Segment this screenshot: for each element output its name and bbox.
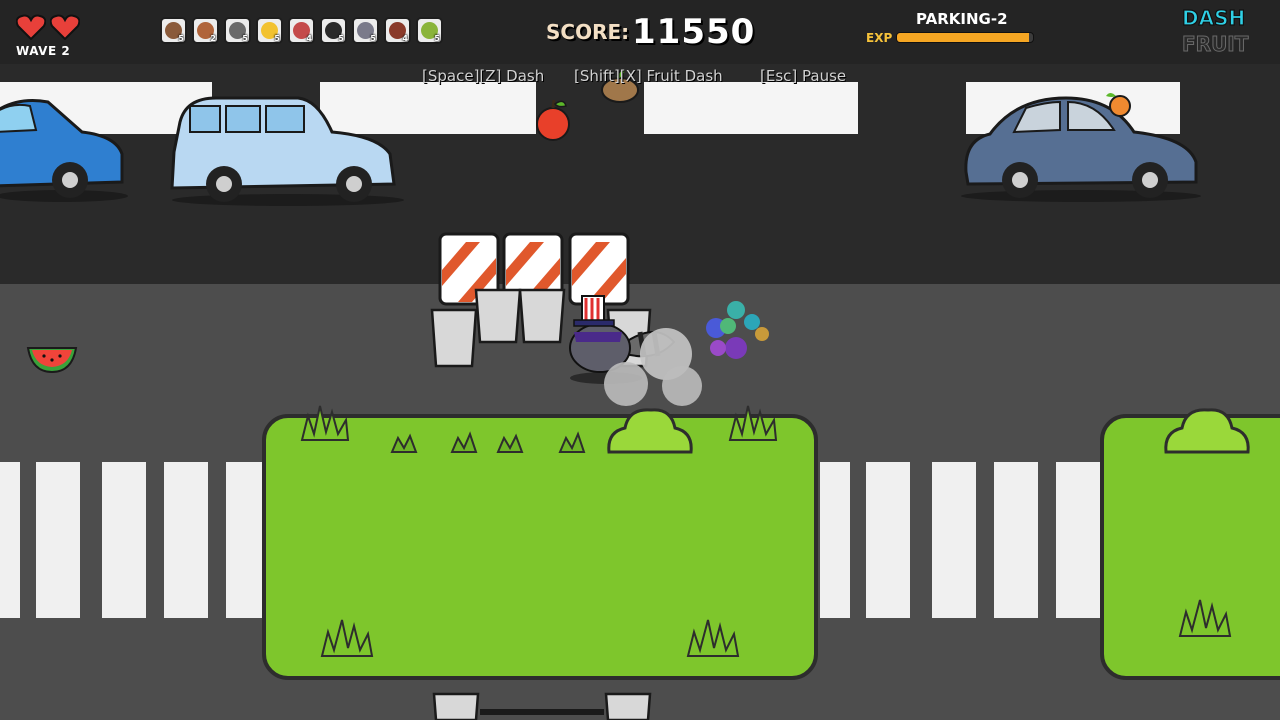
score-label: SCORE:	[546, 20, 630, 44]
watermelon-fruit	[26, 347, 78, 374]
parked-car-slate	[961, 96, 1201, 202]
exp-label: EXP	[866, 31, 893, 45]
apple-fruit	[536, 99, 570, 141]
exp-bar-fill	[897, 33, 1029, 42]
inventory-count: 4	[306, 34, 312, 43]
game-logo: DASH FRUIT	[1181, 5, 1249, 56]
inventory-slot-squirrel: 2	[192, 17, 219, 44]
crosswalk-stripe	[866, 462, 910, 618]
grass-tuft	[728, 405, 778, 441]
crosswalk-stripe	[820, 462, 850, 618]
crosswalk-stripe	[36, 462, 80, 618]
inventory-count: 5	[434, 34, 440, 43]
crosswalk-stripe	[994, 462, 1038, 618]
dash-control-hint: [Space][Z] Dash	[422, 67, 545, 85]
inventory-count: 4	[402, 34, 408, 43]
crosswalk-stripe	[164, 462, 208, 618]
grass-tuft	[300, 405, 350, 441]
score-value: 11550	[632, 12, 756, 52]
logo-line2: FRUIT	[1182, 32, 1249, 56]
inventory-slot-acorn: 5	[160, 17, 187, 44]
pause-control-hint: [Esc] Pause	[760, 67, 847, 85]
inventory-slot-magnet: 5	[352, 17, 379, 44]
small-shrubs	[390, 431, 586, 453]
parked-car-lightblue	[170, 96, 404, 206]
fruit-dash-control-hint: [Shift][X] Fruit Dash	[574, 67, 723, 85]
inventory-count: 5	[242, 34, 248, 43]
inventory-count: 5	[274, 34, 280, 43]
heart-icon	[16, 14, 46, 40]
inventory-slot-bird: 5	[224, 17, 251, 44]
fruit-sparkle-particles	[706, 301, 769, 359]
logo-line1: DASH	[1182, 6, 1245, 30]
grass-tuft	[686, 619, 740, 657]
crosswalk-stripe	[102, 462, 146, 618]
inventory-count: 5	[338, 34, 344, 43]
exp-bar	[896, 32, 1034, 43]
inventory-slot-heart-potion: 4	[288, 17, 315, 44]
parking-line	[644, 82, 858, 134]
parked-car-blue	[0, 99, 128, 202]
crosswalk-stripe	[0, 462, 20, 618]
inventory-count: 5	[370, 34, 376, 43]
wave-label: WAVE 2	[16, 44, 71, 58]
crosswalk-stripe	[932, 462, 976, 618]
area-name: PARKING-2	[916, 10, 1008, 28]
orange-fruit	[1106, 93, 1131, 117]
grass-tuft	[320, 619, 374, 657]
inventory-slot-feather: 4	[384, 17, 411, 44]
inventory-slot-kiwi: 5	[416, 17, 443, 44]
bush	[1164, 408, 1250, 454]
inventory-count: 2	[210, 34, 216, 43]
inventory-slot-bomb: 5	[320, 17, 347, 44]
inventory-count: 5	[178, 34, 184, 43]
crosswalk-stripe	[1056, 462, 1100, 618]
grass-tuft	[1178, 599, 1232, 637]
trash-cans-bottom	[432, 692, 652, 720]
heart-icon	[50, 14, 80, 40]
inventory-slot-alarm-clock: 5	[256, 17, 283, 44]
dash-dust-cloud	[604, 328, 702, 406]
